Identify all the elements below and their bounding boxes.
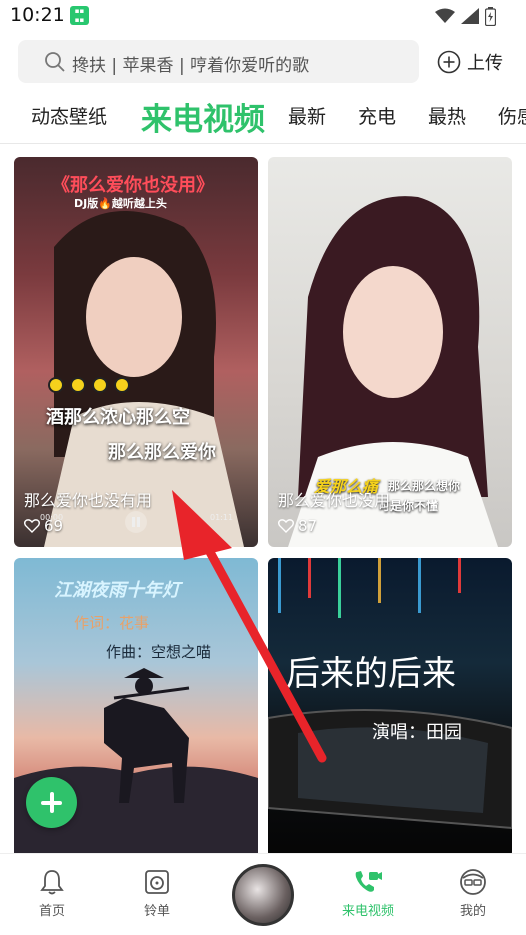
app-notification-icon: ▪▪ ▪▪ bbox=[70, 6, 89, 25]
overlay-lyric: 那么那么想你 bbox=[388, 479, 461, 493]
signal-icon bbox=[461, 8, 479, 24]
nav-home[interactable]: 首页 bbox=[12, 868, 92, 919]
speaker-icon bbox=[145, 870, 169, 894]
plus-circle-icon bbox=[437, 50, 461, 74]
heart-icon bbox=[278, 519, 294, 533]
tabs-divider bbox=[0, 143, 526, 144]
overlay-lyric: 作曲：空想之喵 bbox=[106, 643, 212, 661]
video-card[interactable]: 爱那么痛 那么那么想你 可是你不懂 那么爱你也没用 87 bbox=[268, 157, 512, 547]
video-card[interactable]: 《那么爱你也没用》 DJ版🔥越听越上头 酒那么浓心那么空 那么那么爱你 那么爱你… bbox=[14, 157, 258, 547]
category-tabs: 动态壁纸 来电视频 最新 充电 最热 伤感 bbox=[0, 90, 526, 140]
overlay-title: 江湖夜雨十年灯 bbox=[54, 580, 180, 601]
dot bbox=[114, 377, 130, 393]
dots-row bbox=[48, 377, 130, 393]
nav-profile[interactable]: 我的 bbox=[433, 868, 513, 919]
overlay-subtitle: DJ版🔥越听越上头 bbox=[74, 197, 167, 210]
card-title: 那么爱你也没有用 bbox=[24, 491, 153, 510]
dot bbox=[70, 377, 86, 393]
likes-count: 69 bbox=[44, 517, 64, 535]
tab-charging[interactable]: 充电 bbox=[358, 102, 396, 129]
dot bbox=[92, 377, 108, 393]
play-pause-icon bbox=[125, 511, 147, 533]
status-bar: 10:21 ▪▪ ▪▪ bbox=[0, 0, 526, 32]
nav-call-video[interactable]: 来电视频 bbox=[328, 868, 408, 919]
add-fab-button[interactable] bbox=[26, 777, 77, 828]
tab-call-video[interactable]: 来电视频 bbox=[141, 94, 265, 139]
thumbnail-figure bbox=[268, 558, 512, 830]
nav-label: 首页 bbox=[38, 904, 65, 919]
avatar-disc[interactable] bbox=[232, 864, 294, 926]
overlay-title: 后来的后来 bbox=[286, 654, 456, 694]
status-time: 10:21 bbox=[10, 4, 65, 26]
dot bbox=[48, 377, 64, 393]
heart-icon bbox=[24, 519, 40, 533]
video-card[interactable]: 后来的后来 演唱：田园 bbox=[268, 558, 512, 858]
tab-sad[interactable]: 伤感 bbox=[498, 102, 526, 129]
overlay-lyric: 酒那么浓心那么空 bbox=[46, 407, 190, 428]
wifi-icon bbox=[435, 8, 455, 23]
upload-label: 上传 bbox=[467, 53, 503, 74]
video-call-icon bbox=[355, 871, 382, 892]
bottom-nav: 首页 铃单 来电视频 我的 bbox=[0, 853, 526, 935]
nav-label: 来电视频 bbox=[341, 904, 394, 919]
overlay-title: 《那么爱你也没用》 bbox=[52, 175, 214, 196]
likes-count: 87 bbox=[298, 517, 318, 535]
profile-icon bbox=[460, 869, 486, 895]
tab-latest[interactable]: 最新 bbox=[288, 102, 326, 129]
player-time-end: 01:11 bbox=[210, 513, 234, 522]
tab-hottest[interactable]: 最热 bbox=[428, 102, 466, 129]
overlay-lyric: 演唱：田园 bbox=[372, 722, 462, 743]
tab-dynamic-wallpaper[interactable]: 动态壁纸 bbox=[31, 102, 107, 129]
card-title: 那么爱你也没用 bbox=[278, 491, 391, 510]
card-likes: 87 bbox=[278, 517, 317, 535]
upload-button[interactable]: 上传 bbox=[437, 48, 503, 76]
nav-label: 铃单 bbox=[143, 904, 170, 919]
bell-icon bbox=[40, 870, 64, 895]
card-likes: 69 bbox=[24, 517, 63, 535]
search-icon bbox=[45, 52, 65, 72]
status-icons bbox=[435, 6, 496, 26]
nav-label: 我的 bbox=[459, 904, 486, 919]
search-placeholder: 搀扶 | 苹果香 | 哼着你爱听的歌 bbox=[72, 56, 310, 76]
overlay-lyric: 那么那么爱你 bbox=[108, 442, 216, 463]
overlay-lyric: 作词：花事 bbox=[74, 614, 150, 632]
search-input[interactable]: 搀扶 | 苹果香 | 哼着你爱听的歌 bbox=[18, 40, 419, 83]
nav-ringtone-list[interactable]: 铃单 bbox=[117, 868, 197, 919]
battery-icon bbox=[485, 6, 496, 26]
